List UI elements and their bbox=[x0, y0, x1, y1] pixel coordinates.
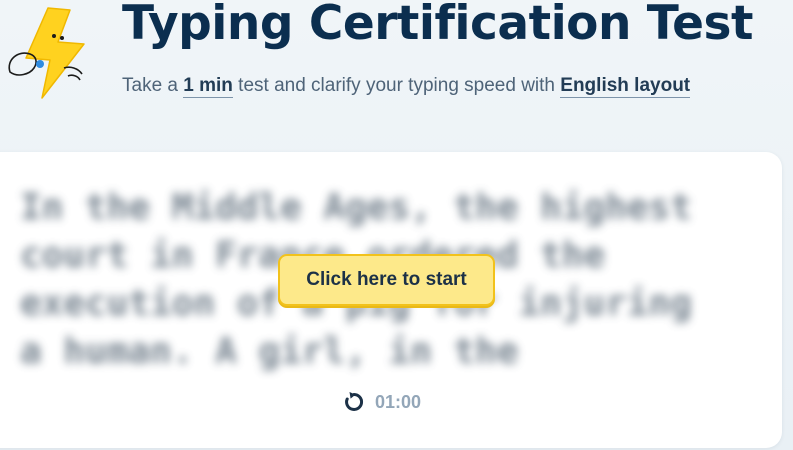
start-button[interactable]: Click here to start bbox=[278, 254, 495, 306]
page-title: Typing Certification Test bbox=[122, 0, 753, 51]
layout-link[interactable]: English layout bbox=[560, 75, 691, 98]
page: Typing Certification Test Take a 1 min t… bbox=[0, 0, 793, 450]
duration-link[interactable]: 1 min bbox=[183, 75, 233, 98]
timer-value: 01:00 bbox=[375, 391, 422, 412]
restart-icon[interactable] bbox=[342, 390, 366, 414]
typing-card[interactable]: In the Middle Ages, the highest court in… bbox=[0, 152, 782, 448]
timer: 01:00 bbox=[342, 390, 421, 414]
subtitle-prefix: Take a bbox=[122, 75, 184, 96]
lightning-mascot-icon bbox=[8, 7, 85, 99]
subtitle-middle: test and clarify your typing speed with bbox=[232, 75, 561, 96]
page-subtitle: Take a 1 min test and clarify your typin… bbox=[122, 75, 691, 98]
